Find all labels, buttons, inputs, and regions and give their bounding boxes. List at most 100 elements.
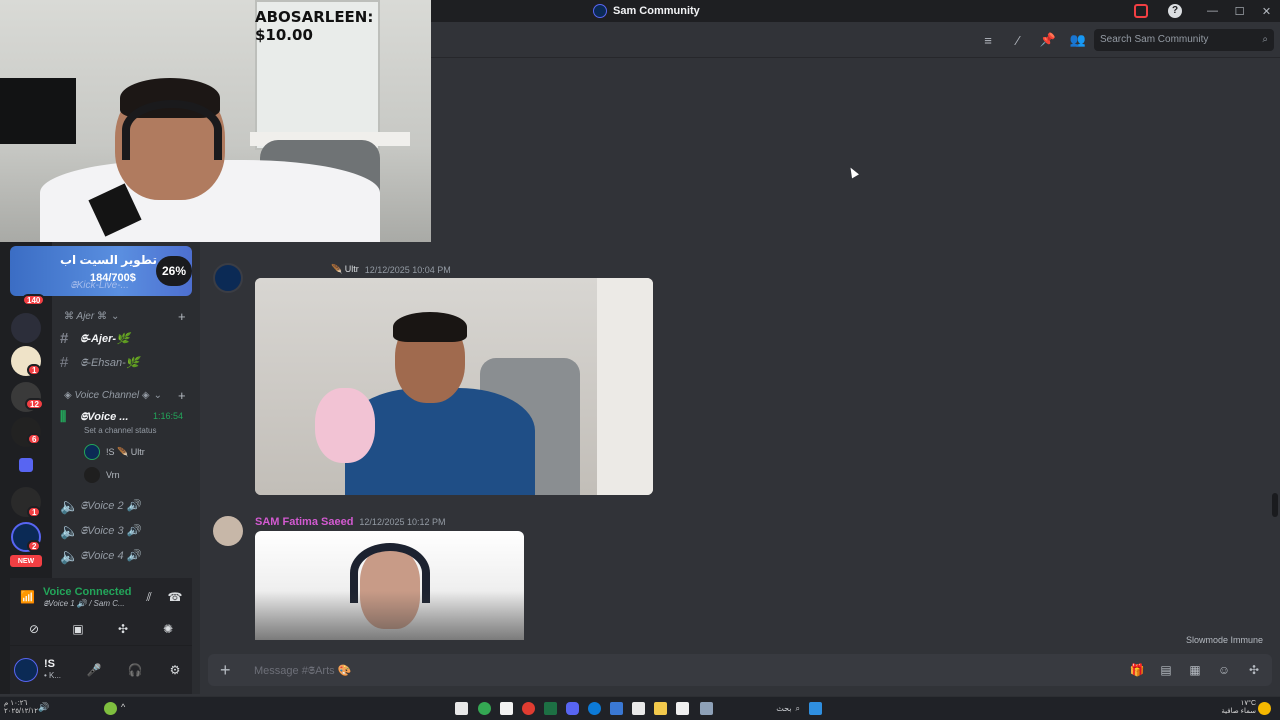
taskbar-clock[interactable]: ١٠:٢٦ م ٢٠٢٥/١٢/١٢ xyxy=(4,700,38,716)
mention-badge: 1 xyxy=(27,364,42,376)
mention-badge: 2 xyxy=(27,540,42,552)
shirt-shape xyxy=(345,388,535,495)
windows-taskbar: ١٠:٢٦ م ٢٠٢٥/١٢/١٢ 🔊 ^ بحث ⌕ ١٧°C سماء ص… xyxy=(0,696,1280,720)
taskbar-app-icon[interactable] xyxy=(455,702,468,715)
channel-label: 𝕾Voice 2 🔊 xyxy=(80,500,141,512)
category-ajer[interactable]: ⌘ Ajer ⌘ ⌄ xyxy=(64,311,119,322)
voice-channel-link[interactable]: 𝕾Voice 1 🔊 / Sam C... xyxy=(43,599,125,609)
goal-percent: 26% xyxy=(156,256,192,286)
scrollbar[interactable] xyxy=(1272,58,1278,648)
message-composer[interactable]: + Message #𝕾Arts 🎨 🎁 ▤ ▦ ☺ ✣ xyxy=(208,654,1272,686)
voice-channel-active[interactable]: ⫴ 𝕾Voice ... xyxy=(60,409,128,426)
mention-badge: 6 xyxy=(27,433,42,445)
store-icon[interactable] xyxy=(632,702,645,715)
headphones-icon[interactable]: 🎧 xyxy=(125,660,145,680)
message-author[interactable]: SAM Fatima Saeed xyxy=(255,516,353,528)
message-timestamp: 12/12/2025 10:04 PM xyxy=(364,264,451,275)
noise-suppression-icon[interactable]: ⫽ xyxy=(139,587,159,607)
message-image-photo[interactable] xyxy=(255,278,653,495)
screen-share-icon[interactable]: ▣ xyxy=(68,619,88,639)
voice-user[interactable]: Vrn xyxy=(84,467,120,483)
voice-user[interactable]: !S 🪶 Ultr xyxy=(84,444,145,460)
message-avatar[interactable] xyxy=(213,516,243,546)
goal-channel-hint: 𝕾Kick-Live-... xyxy=(70,280,129,291)
taskbar-app-icon[interactable] xyxy=(676,702,689,715)
voice-channel-4[interactable]: 🔈 𝕾Voice 4 🔊 xyxy=(60,547,140,565)
add-voice-channel-button[interactable]: + xyxy=(178,388,186,403)
search-icon: ⌕ xyxy=(795,703,800,713)
weather-sun-icon xyxy=(1258,702,1271,715)
taskbar-app-icon[interactable] xyxy=(610,702,623,715)
discord-icon[interactable] xyxy=(566,702,579,715)
chevron-down-icon: ⌄ xyxy=(110,311,120,322)
chevron-up-icon[interactable]: ^ xyxy=(121,702,134,715)
mute-notifications-icon[interactable]: ⁄ xyxy=(1010,32,1026,48)
voice-channel-2[interactable]: 🔈 𝕾Voice 2 🔊 xyxy=(60,497,140,515)
attach-plus-icon[interactable]: + xyxy=(220,660,231,681)
server-icon-1[interactable] xyxy=(11,313,41,343)
soundboard-icon[interactable]: ✺ xyxy=(158,619,178,639)
file-explorer-icon[interactable] xyxy=(654,702,667,715)
message-avatar[interactable] xyxy=(213,263,243,293)
weather-widget[interactable]: ١٧°C سماء صافية xyxy=(1221,700,1256,716)
folder-icon[interactable] xyxy=(19,458,33,472)
avatar xyxy=(84,467,100,483)
voice-user-name: Vrn xyxy=(106,470,120,480)
minimize-button[interactable]: — xyxy=(1199,0,1226,22)
activities-icon[interactable]: ✣ xyxy=(113,619,133,639)
tray-app-icon[interactable] xyxy=(104,702,117,715)
channel-ajer[interactable]: # 𝕾-Ajer-🌿 xyxy=(60,330,130,347)
taskbar-app-icon[interactable] xyxy=(700,702,713,715)
windows-start-icon[interactable] xyxy=(809,702,822,715)
excel-icon[interactable] xyxy=(544,702,557,715)
category-label: ◈ Voice Channel ◈ xyxy=(64,390,150,401)
window-title-text: Sam Community xyxy=(613,5,700,17)
screen-share-icon[interactable] xyxy=(1134,4,1148,18)
channel-label: 𝕾Voice 4 🔊 xyxy=(80,550,141,562)
channel-status-button[interactable]: Set a channel status xyxy=(84,426,157,435)
message-input[interactable]: Message #𝕾Arts 🎨 xyxy=(254,664,351,678)
sticker-icon[interactable]: ▦ xyxy=(1187,662,1203,678)
emoji-icon[interactable]: ☺ xyxy=(1216,662,1232,678)
help-icon[interactable]: ? xyxy=(1168,4,1182,18)
disconnect-icon[interactable]: ☎ xyxy=(165,587,185,607)
gif-icon[interactable]: ▤ xyxy=(1158,662,1174,678)
chrome-icon[interactable] xyxy=(478,702,491,715)
taskbar-search[interactable]: بحث ⌕ xyxy=(752,701,800,716)
voice-channel-3[interactable]: 🔈 𝕾Voice 3 🔊 xyxy=(60,522,140,540)
donation-alert: ABOSARLEEN: $10.00 xyxy=(255,8,374,44)
camera-off-icon[interactable]: ⊘ xyxy=(24,619,44,639)
edge-icon[interactable] xyxy=(588,702,601,715)
signal-icon[interactable]: 📶 xyxy=(20,590,35,604)
user-avatar[interactable] xyxy=(14,658,38,682)
obs-icon[interactable] xyxy=(522,702,535,715)
close-button[interactable]: ✕ xyxy=(1253,0,1280,22)
message-image-drawing[interactable] xyxy=(255,531,524,640)
goal-title: تطوير السيت اب xyxy=(60,253,157,267)
gift-icon[interactable]: 🎁 xyxy=(1129,662,1145,678)
channel-label: 𝕾Voice ... xyxy=(80,411,129,423)
volume-icon[interactable]: 🔊 xyxy=(38,702,51,715)
category-label: ⌘ Ajer ⌘ xyxy=(64,311,107,322)
settings-gear-icon[interactable]: ⚙ xyxy=(165,660,185,680)
maximize-button[interactable]: ☐ xyxy=(1226,0,1253,22)
channel-ehsan[interactable]: # 𝕾-Ehsan-🌿 xyxy=(60,354,140,371)
mention-badge: 1 xyxy=(27,506,42,518)
mouse-cursor xyxy=(847,165,859,179)
clock-time: ١٠:٢٦ م xyxy=(4,700,28,707)
weather-desc: سماء صافية xyxy=(1221,708,1256,715)
add-channel-button[interactable]: + xyxy=(178,309,186,324)
scrollbar-thumb[interactable] xyxy=(1272,493,1278,517)
microphone-icon[interactable]: 🎤 xyxy=(84,660,104,680)
speaker-icon: 🔈 xyxy=(60,498,79,515)
members-icon[interactable]: 👥 xyxy=(1070,32,1086,48)
server-icon xyxy=(593,4,607,18)
taskbar-app-icon[interactable] xyxy=(500,702,513,715)
plush-toy-shape xyxy=(315,388,375,463)
search-input[interactable]: Search Sam Community ⌕ xyxy=(1094,29,1274,51)
apps-icon[interactable]: ✣ xyxy=(1246,662,1262,678)
new-badge: NEW xyxy=(10,555,42,567)
threads-icon[interactable]: ≡ xyxy=(980,32,996,48)
category-voice[interactable]: ◈ Voice Channel ◈ ⌄ xyxy=(64,390,162,401)
pin-icon[interactable]: 📌 xyxy=(1040,32,1056,48)
